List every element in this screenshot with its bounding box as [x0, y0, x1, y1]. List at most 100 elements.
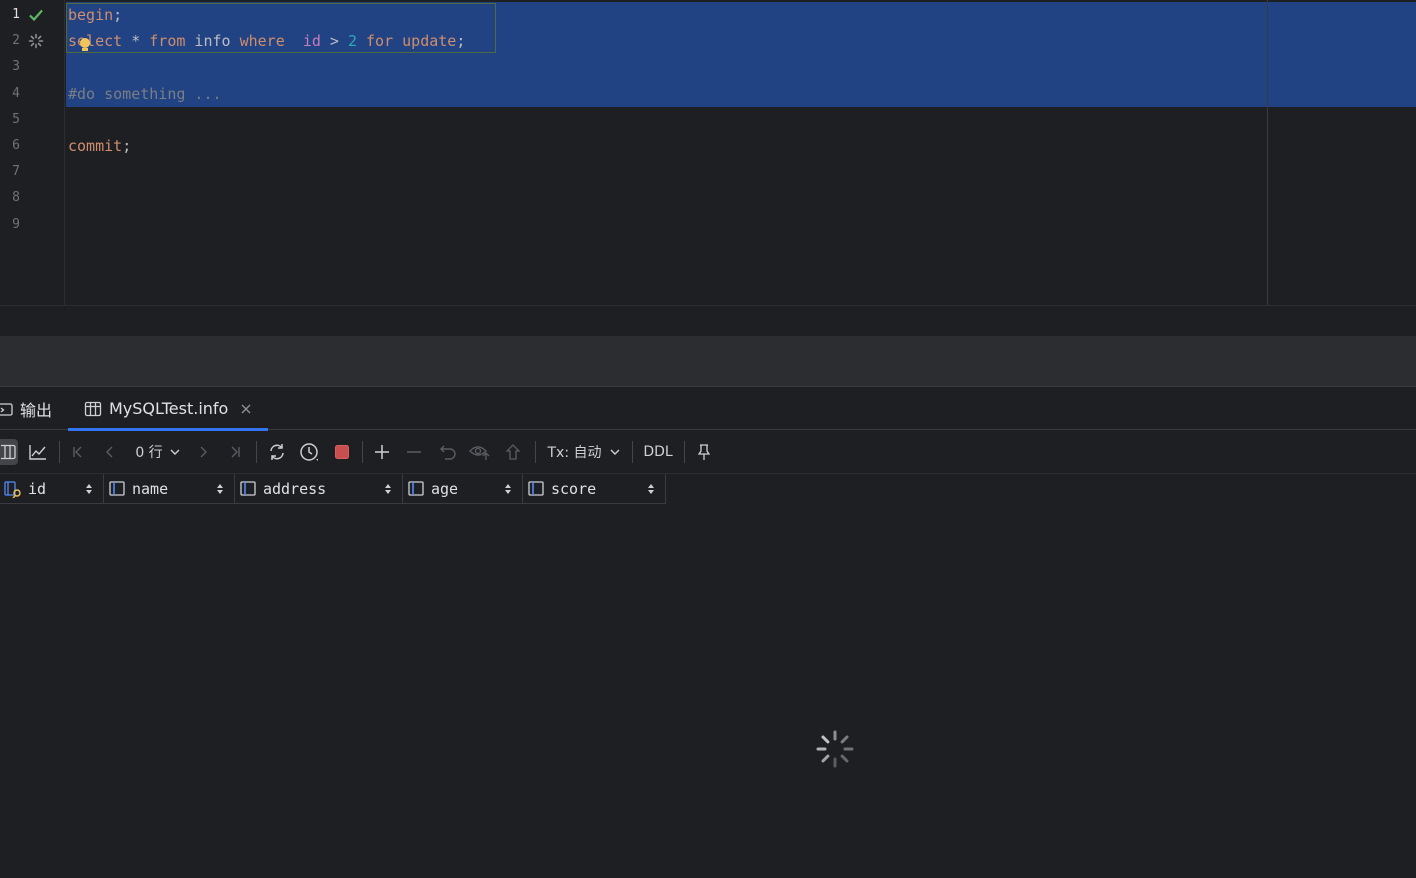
tab-output-label: 输出 — [20, 400, 53, 420]
chevron-right-icon — [200, 446, 207, 458]
code-token: select — [68, 32, 123, 51]
code-token: id — [302, 32, 321, 51]
code-line[interactable]: commit; — [68, 133, 131, 159]
code-token: ; — [122, 137, 132, 155]
code-token: info — [185, 32, 240, 51]
loading-spinner-icon — [28, 33, 44, 49]
chevron-down-icon — [170, 449, 180, 455]
refresh-icon — [270, 444, 284, 460]
add-row-button[interactable] — [370, 439, 394, 465]
code-token: ; — [456, 32, 466, 51]
check-icon — [29, 9, 43, 22]
column-header-id[interactable]: id — [0, 474, 104, 504]
column-icon — [109, 480, 125, 496]
next-page-button[interactable] — [191, 439, 215, 465]
toolbar-separator — [362, 441, 363, 463]
code-token: commit — [68, 137, 123, 155]
chevron-down-icon — [610, 449, 619, 455]
ddl-label: DDL — [643, 444, 673, 460]
line-number: 6 — [12, 138, 20, 153]
console-icon — [0, 402, 13, 416]
toolbar-separator — [632, 441, 633, 463]
results-tab-bar: 输出 MySQLTest.info — [0, 386, 1416, 431]
tab-mysqltest-info[interactable]: MySQLTest.info — [68, 387, 269, 431]
undo-icon — [440, 445, 456, 460]
code-token: begin — [68, 6, 114, 24]
close-icon[interactable] — [240, 403, 252, 415]
right-margin-guide — [1267, 0, 1268, 305]
pin-icon — [697, 444, 711, 460]
line-number: 3 — [12, 59, 20, 75]
tab-output[interactable]: 输出 — [0, 387, 52, 430]
history-button[interactable] — [296, 439, 322, 465]
column-header-name[interactable]: name — [104, 474, 235, 504]
column-name: name — [132, 479, 169, 498]
line-number: 5 — [12, 111, 20, 127]
stop-icon — [335, 445, 349, 459]
table-view-button[interactable] — [0, 439, 18, 465]
column-name: id — [28, 479, 47, 498]
column-header-score[interactable]: score — [523, 474, 666, 504]
column-icon — [528, 480, 544, 496]
column-name: address — [263, 479, 327, 498]
refresh-button[interactable] — [264, 439, 290, 465]
primary-key-column-icon — [4, 480, 21, 498]
line-number: 9 — [12, 216, 20, 232]
column-name: score — [551, 479, 597, 498]
previous-page-button[interactable] — [98, 439, 122, 465]
panel-splitter[interactable] — [0, 336, 1416, 386]
toolbar-separator — [684, 441, 685, 463]
chart-view-button[interactable] — [26, 439, 50, 465]
code-token: * — [122, 32, 150, 51]
line-number: 7 — [12, 164, 20, 180]
pin-tab-button[interactable] — [692, 439, 716, 465]
intention-bulb-icon[interactable] — [80, 38, 90, 48]
row-count-dropdown[interactable]: 0 行 — [130, 439, 186, 465]
transaction-mode-dropdown[interactable]: Tx: 自动 — [544, 439, 624, 465]
stop-button[interactable] — [330, 439, 354, 465]
code-token: 2 — [347, 32, 357, 51]
sort-arrows-icon[interactable] — [85, 482, 93, 496]
column-name: age — [431, 479, 459, 498]
code-line[interactable]: select * from info where id > 2 for upda… — [68, 28, 465, 54]
results-grid-header: id name address age score — [0, 474, 666, 505]
column-icon — [240, 480, 256, 496]
sort-arrows-icon[interactable] — [504, 482, 512, 496]
column-header-age[interactable]: age — [403, 474, 523, 504]
sql-editor[interactable]: 123456789 begin; select * from info where… — [0, 0, 1416, 306]
clock-icon — [300, 443, 318, 461]
first-page-button[interactable] — [66, 439, 90, 465]
column-header-address[interactable]: address — [235, 474, 403, 504]
eye-upload-icon — [469, 446, 490, 460]
code-line[interactable]: #do something ... — [68, 81, 222, 107]
line-number: 1 — [12, 7, 20, 22]
line-number: 4 — [12, 85, 20, 101]
loading-spinner-icon — [816, 730, 854, 768]
minus-icon — [407, 451, 421, 453]
toolbar-separator — [256, 441, 257, 463]
table-view-icon — [1, 444, 16, 460]
last-page-icon — [231, 446, 240, 458]
transaction-mode-label: Tx: 自动 — [547, 445, 602, 461]
code-token: from — [149, 32, 186, 51]
code-token: where — [239, 32, 285, 51]
code-token: for — [366, 32, 394, 51]
code-token: #do something ... — [68, 84, 222, 103]
code-token: update — [402, 32, 457, 51]
plus-icon — [375, 445, 389, 459]
sort-arrows-icon[interactable] — [647, 482, 655, 496]
last-page-button[interactable] — [223, 439, 247, 465]
delete-row-button[interactable] — [402, 439, 426, 465]
code-line[interactable]: begin; — [68, 2, 122, 28]
ddl-button[interactable]: DDL — [640, 439, 676, 465]
preview-changes-button[interactable] — [468, 439, 492, 465]
revert-button[interactable] — [436, 439, 460, 465]
code-token: > — [320, 32, 348, 51]
editor-bottom-area — [0, 306, 1416, 336]
tab-mysqltest-info-label: MySQLTest.info — [109, 399, 229, 418]
submit-button[interactable] — [501, 439, 525, 465]
sort-arrows-icon[interactable] — [216, 482, 224, 496]
sort-arrows-icon[interactable] — [384, 482, 392, 496]
row-count-label: 0 行 — [135, 445, 163, 461]
